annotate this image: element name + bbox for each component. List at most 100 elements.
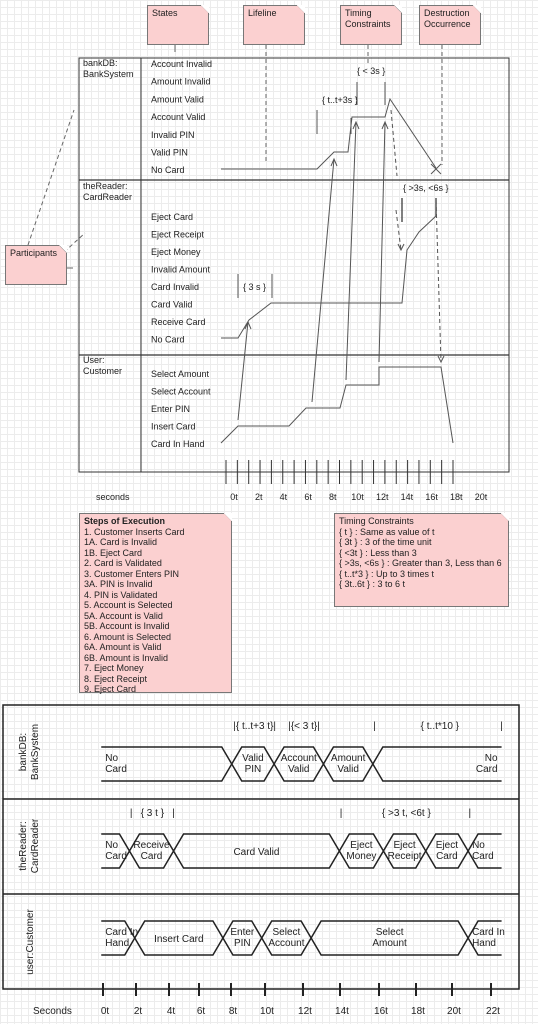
tick-label: 16t [425,492,438,502]
timing-constraint: { 3 s } [243,282,266,292]
tick-label: 20t [475,492,488,502]
axis-label: Seconds [33,1006,72,1017]
state-label: No Card [476,753,498,775]
lifeline-name: bankDB: [83,58,118,68]
state-label: Eject Receipt [388,840,422,862]
lifeline-name: user:Customer [25,909,36,975]
state-label: Card Valid [233,847,279,858]
tick-label: 14t [401,492,414,502]
state-label: Valid PIN [242,753,264,775]
note-participants: Participants [5,245,67,285]
note-line: 3A. PIN is Invalid [84,579,153,589]
state-label: Receive Card [151,317,206,327]
note-line: { >3s, <6s } : Greater than 3, Less than… [339,558,502,568]
tick-label: 4t [280,492,288,502]
state-label: Card Valid [151,300,192,310]
note-line: { 3t..6t } : 3 to 6 t [339,579,406,589]
state-label: Select Amount [151,369,210,379]
state-label: Insert Card [154,934,203,945]
state-label: Receive Card [133,840,170,862]
timing-constraint: | [130,808,133,819]
timing-constraint: { >3 t, <6t } [382,808,432,819]
state-label: Invalid Amount [151,265,211,275]
state-label: Invalid PIN [151,130,195,140]
note-lifeline: Lifeline [243,5,305,45]
note-destruction-occurrence: Destruction Occurrence [419,5,481,45]
tick-label: 10t [260,1006,274,1017]
lifeline-row: bankDB:BankSystem No Card Valid PIN Account Va… [18,721,503,782]
timing-constraint: | [500,721,503,732]
lifeline-name: theReader:CardReader [18,818,41,873]
lifeline-name: User: [83,355,105,365]
state-label: Eject Receipt [151,230,205,240]
tick-label: 18t [450,492,463,502]
note-line: { <3t } : Less than 3 [339,547,417,558]
note-line: { t..t*3 } : Up to 3 times t [339,568,435,579]
tick-label: 12t [376,492,389,502]
note-line: 1A. Card is Invalid [84,537,158,547]
timing-constraint: { < 3s } [357,66,385,76]
tick-label: 20t [447,1006,461,1017]
state-label: Select Account [151,387,211,397]
state-label: Amount Valid [331,753,366,775]
timing-constraint: |{< 3 t}| [288,721,320,732]
note-line: 6. Amount is Selected [84,631,172,642]
note-line: 6B. Amount is Invalid [84,652,169,663]
state-label: No Card [105,753,127,775]
state-label: No Card [151,335,185,345]
state-label: Eject Card [151,212,193,222]
state-label: Valid PIN [151,148,188,158]
lifeline-name: bankDB:BankSystem [18,724,41,780]
state-label: Select Amount [372,927,407,949]
tick-label: 22t [486,1006,500,1017]
state-label: Insert Card [151,422,196,432]
timing-constraint: { t..t+3s } [322,95,358,105]
state-label: Eject Card [436,840,458,862]
timing-diagram-canvas: bankDB:BankSystem Account Invalid Amount I… [2,45,520,1017]
timing-constraint: | [340,808,343,819]
note-line: { t } : Same as value of t [339,526,435,537]
tick-label: 0t [101,1006,110,1017]
state-label: Account Invalid [151,59,212,69]
note-line: 9. Eject Card [84,684,137,694]
note-line: 2. Card is Validated [84,558,162,568]
tick-label: 2t [134,1006,143,1017]
lifeline-name: BankSystem [83,69,134,79]
axis-label: seconds [96,492,130,502]
note-line: 1. Customer Inserts Card [84,526,185,537]
state-lines [220,82,454,444]
bankdb-state-line [221,97,437,170]
lifeline-name: theReader: [83,181,128,191]
lifeline-row: theReader:CardReader No Card Receive Card Car… [18,808,502,873]
timing-constraint: |{ t..t+3 t}| [233,721,276,732]
timing-constraint: { >3s, <6s } [403,183,449,193]
timing-constraint: | [373,721,376,732]
state-label: Eject Money [346,840,376,862]
state-label: Enter PIN [151,404,190,414]
note-line: 4. PIN is Validated [84,589,158,600]
state-label: Card In Hand [105,927,138,949]
tick-label: 6t [197,1006,206,1017]
state-label: No Card [105,840,127,862]
note-line: 5. Account is Selected [84,600,173,610]
note-timing-legend: Timing Constraints { t } : Same as value… [334,513,509,607]
top-timing-diagram [78,57,510,473]
note-line: 7. Eject Money [84,663,144,673]
timing-constraint: | [172,808,175,819]
tick-label: 8t [229,1006,238,1017]
lifeline-row: user:Customer Card In Hand Insert Card Enter… [25,909,505,975]
customer-state-line [220,366,454,444]
state-label: No Card [472,840,494,862]
tick-label: 0t [230,492,238,502]
top-time-axis: seconds 0t 2t 4t 6t 8t 10t 12t 14t 16t 18t 20t [96,460,488,502]
timing-constraint: | [469,808,472,819]
state-label: Account Valid [151,112,205,122]
state-label: Eject Money [151,247,201,257]
note-line: 5B. Account is Invalid [84,621,170,631]
tick-label: 8t [329,492,337,502]
lifeline-name: Customer [83,366,122,376]
tick-label: 10t [351,492,364,502]
tick-label: 6t [304,492,312,502]
state-label: Amount Valid [151,94,204,104]
state-label: Enter PIN [230,927,255,949]
